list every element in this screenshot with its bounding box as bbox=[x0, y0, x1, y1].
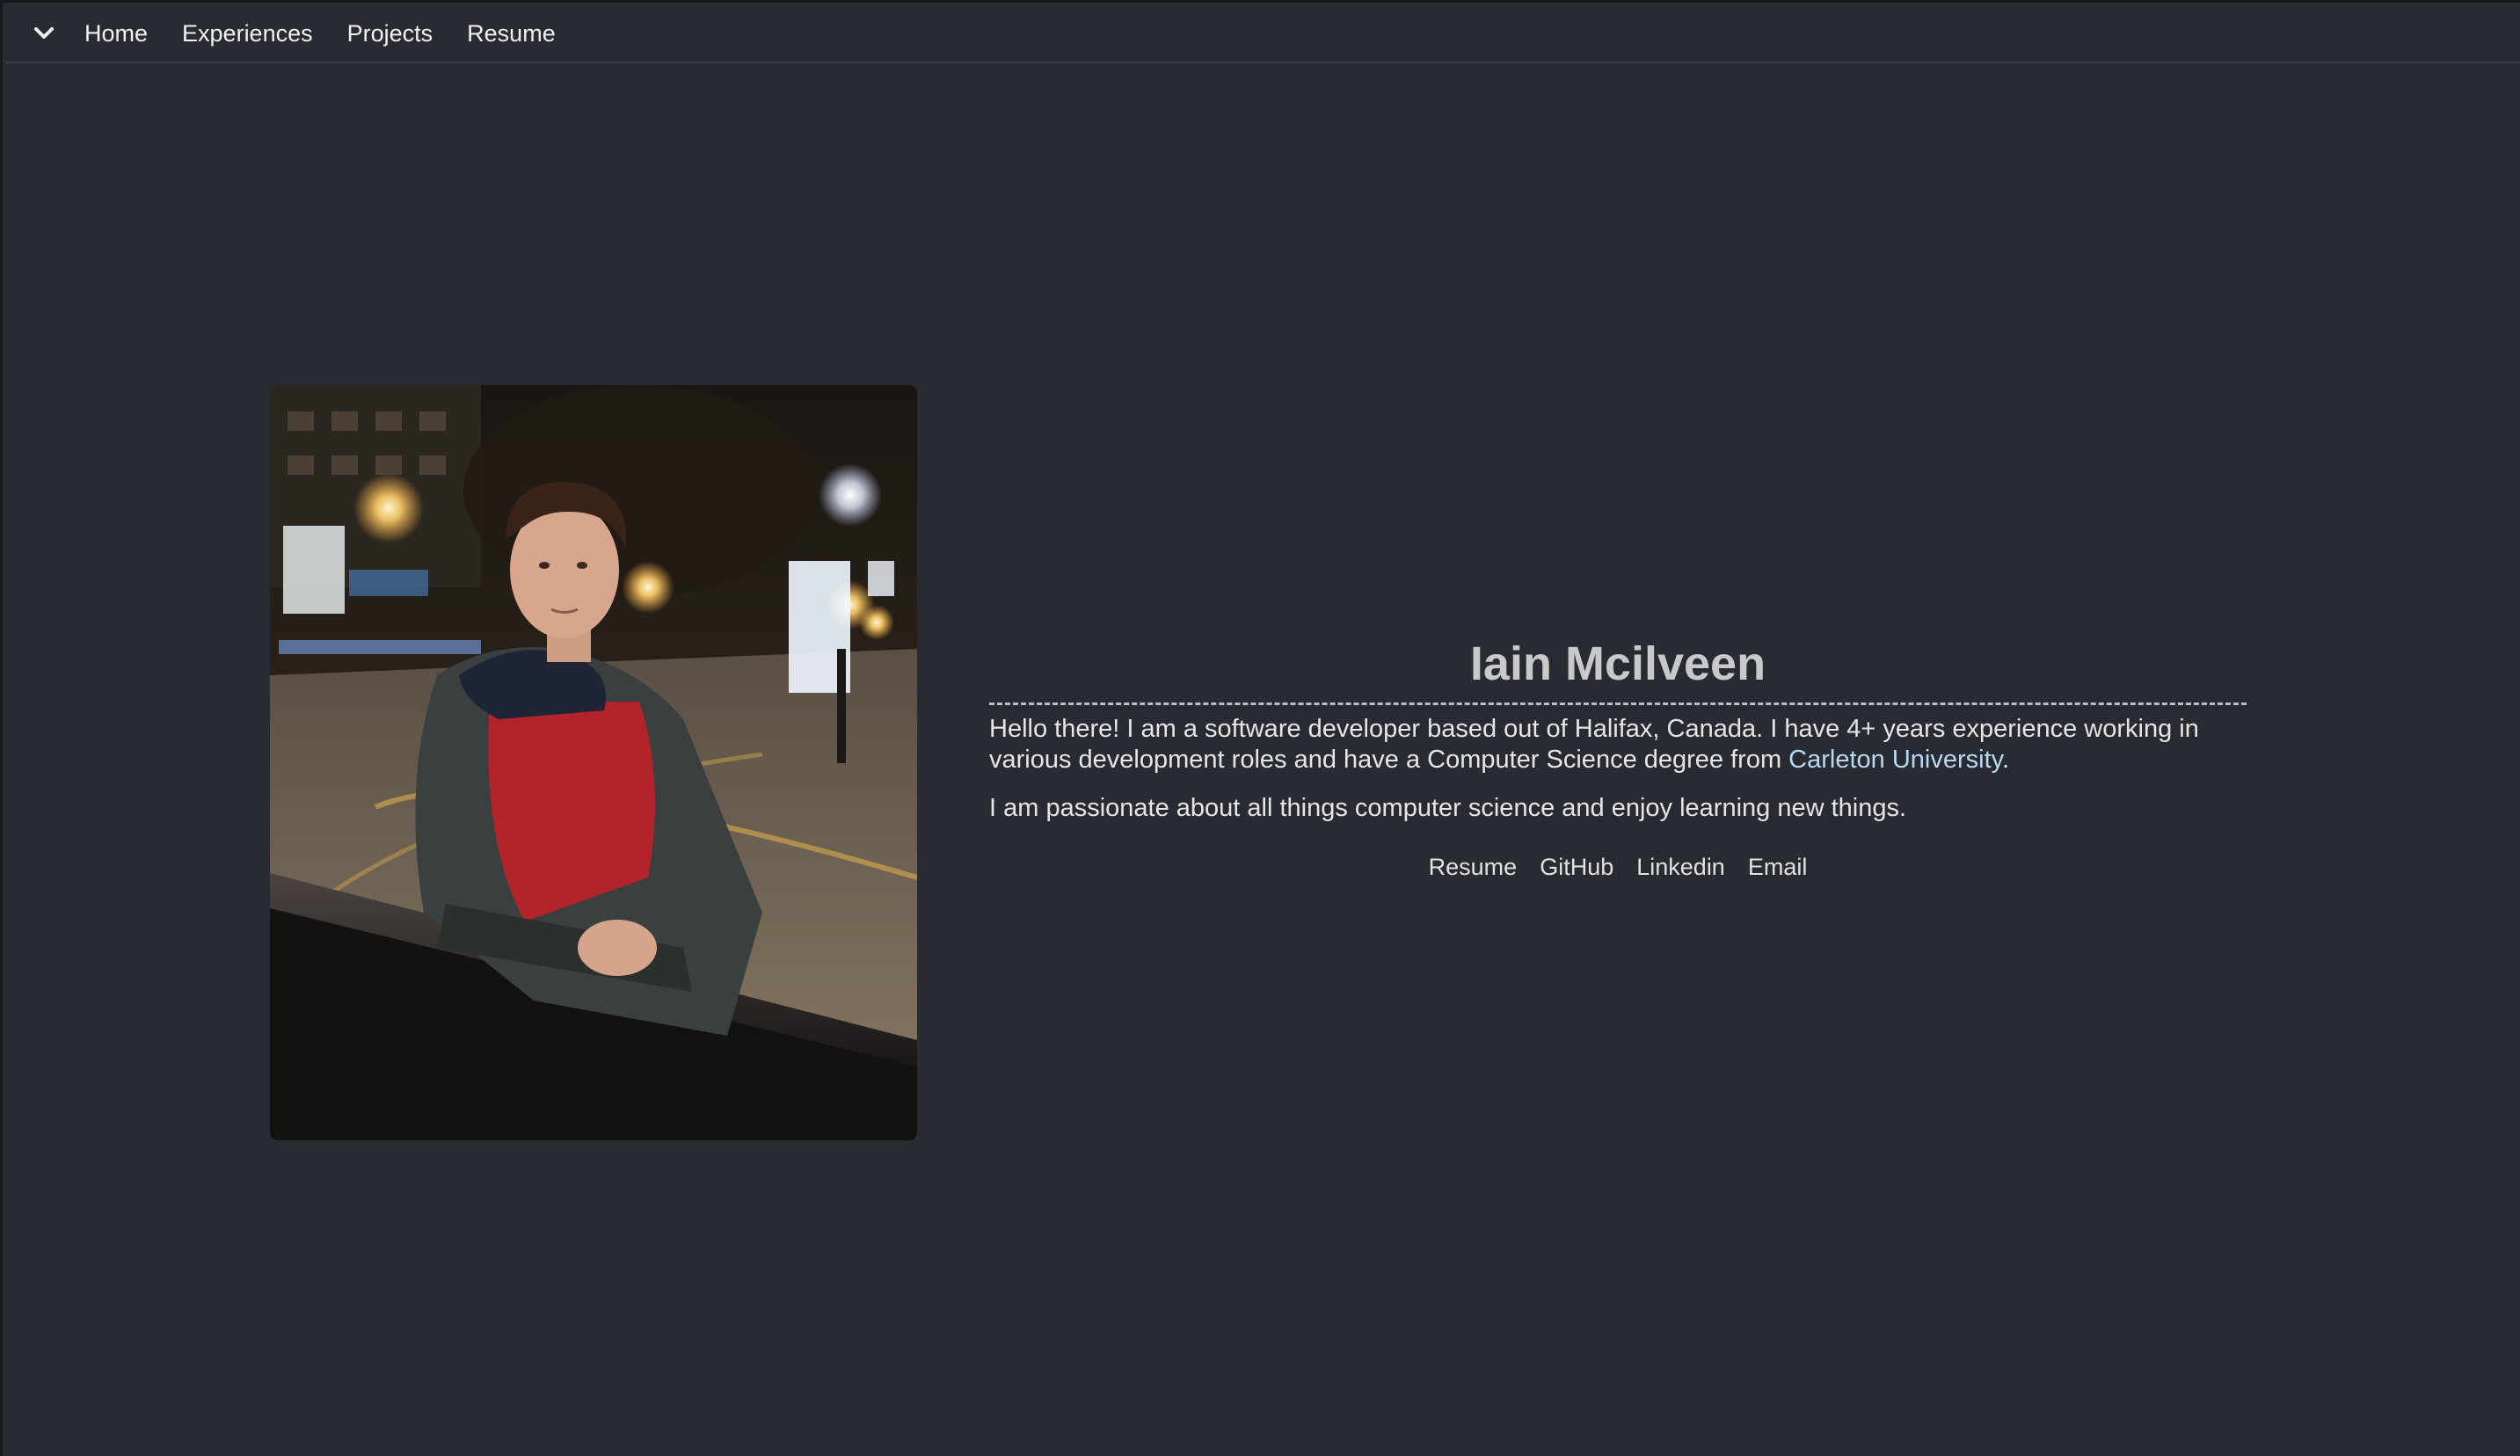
profile-photo-image bbox=[270, 385, 917, 1140]
bio-lead-text: Hello there! I am a software developer b… bbox=[989, 715, 2199, 774]
university-link[interactable]: Carleton University bbox=[1788, 746, 2002, 774]
nav-toggle-button[interactable] bbox=[23, 12, 65, 55]
linkedin-link[interactable]: Linkedin bbox=[1636, 854, 1725, 881]
nav-link-projects[interactable]: Projects bbox=[347, 20, 433, 47]
profile-photo bbox=[270, 385, 917, 1140]
nav-link-resume[interactable]: Resume bbox=[467, 20, 556, 47]
email-link[interactable]: Email bbox=[1748, 854, 1808, 881]
intro-section: Iain Mcilveen Hello there! I am a softwa… bbox=[989, 632, 2247, 881]
nav-links: Home Experiences Projects Resume bbox=[84, 20, 590, 47]
social-links: Resume GitHub Linkedin Email bbox=[989, 854, 2247, 881]
page: Home Experiences Projects Resume Iain Mc… bbox=[0, 0, 2520, 1456]
bio-trail-text: . bbox=[2002, 746, 2010, 774]
nav-link-home[interactable]: Home bbox=[84, 20, 148, 47]
bio-paragraph: Hello there! I am a software developer b… bbox=[989, 714, 2247, 775]
github-link[interactable]: GitHub bbox=[1540, 854, 1613, 881]
bio-second-paragraph: I am passionate about all things compute… bbox=[989, 794, 1907, 822]
top-navigation: Home Experiences Projects Resume bbox=[5, 5, 2520, 63]
resume-link[interactable]: Resume bbox=[1429, 854, 1518, 881]
dashed-divider bbox=[989, 703, 2247, 705]
chevron-down-icon bbox=[34, 27, 54, 39]
profile-name: Iain Mcilveen bbox=[1469, 637, 1766, 690]
nav-link-experiences[interactable]: Experiences bbox=[182, 20, 313, 47]
